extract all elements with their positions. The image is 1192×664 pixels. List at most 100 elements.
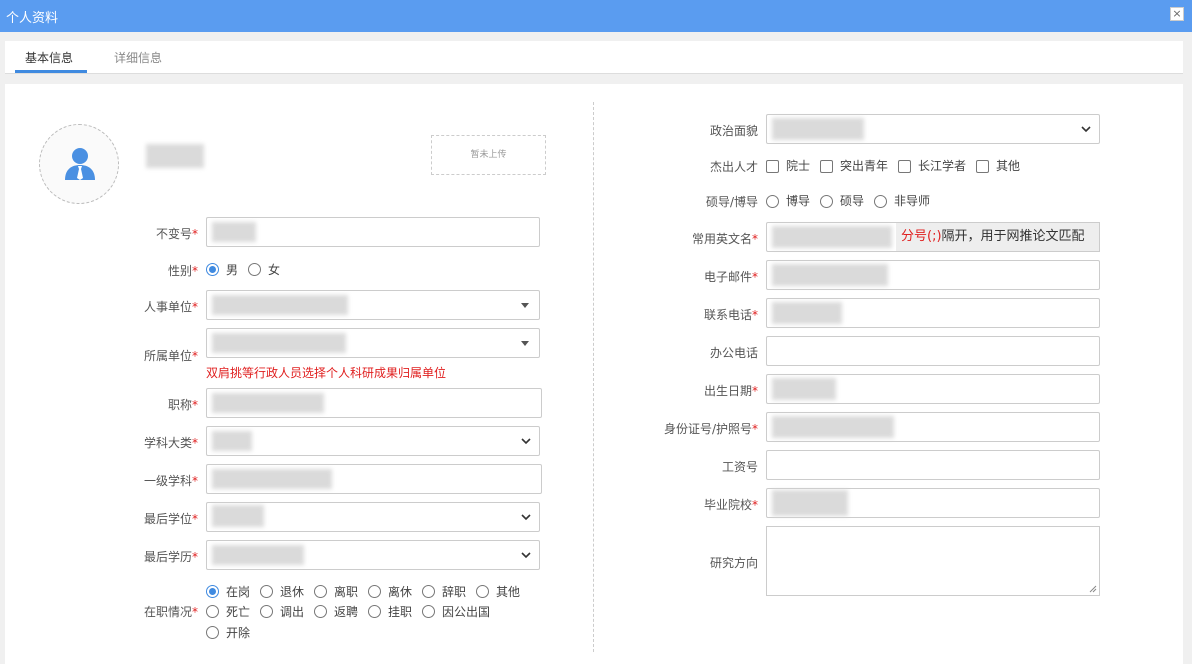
talent-checkbox-1[interactable] bbox=[820, 160, 833, 173]
school-label: 毕业院校* bbox=[703, 498, 758, 512]
id-number-input[interactable] bbox=[206, 217, 540, 247]
phone-redacted bbox=[772, 302, 842, 324]
employment-option-label: 离休 bbox=[388, 585, 413, 599]
talent-label: 杰出人才 bbox=[709, 160, 758, 174]
id-card-redacted bbox=[772, 416, 894, 438]
gender-male-radio[interactable] bbox=[206, 263, 219, 276]
talent-option-label: 突出青年 bbox=[840, 159, 889, 173]
active-tab-indicator bbox=[15, 70, 87, 73]
supervisor-option-label: 硕导 bbox=[840, 194, 865, 208]
dropdown-arrow-icon bbox=[521, 303, 529, 308]
talent-checkbox-2[interactable] bbox=[898, 160, 911, 173]
window-title: 个人资料 bbox=[6, 11, 59, 26]
discipline-label: 学科大类* bbox=[143, 436, 198, 450]
english-name-hint: 分号(;)隔开，用于网推论文匹配 bbox=[896, 222, 1100, 252]
dept-unit-hint: 双肩挑等行政人员选择个人科研成果归属单位 bbox=[206, 366, 447, 380]
birth-date-label: 出生日期* bbox=[703, 384, 758, 398]
supervisor-option-label: 博导 bbox=[786, 194, 811, 208]
tab-detail-info[interactable]: 详细信息 bbox=[114, 49, 162, 66]
employment-radio-4[interactable] bbox=[422, 585, 435, 598]
email-label: 电子邮件* bbox=[703, 270, 758, 284]
discipline-select[interactable] bbox=[206, 426, 540, 456]
english-name-redacted bbox=[772, 226, 892, 248]
employment-option-label: 退休 bbox=[280, 585, 305, 599]
first-discipline-label: 一级学科* bbox=[143, 474, 198, 488]
research-direction-label: 研究方向 bbox=[709, 556, 758, 570]
employment-option-label: 在岗 bbox=[226, 585, 251, 599]
talent-option-label: 其他 bbox=[996, 159, 1021, 173]
avatar[interactable] bbox=[39, 124, 119, 204]
office-phone-input[interactable] bbox=[766, 336, 1100, 366]
employment-option-label: 返聘 bbox=[334, 605, 359, 619]
employment-option-label: 辞职 bbox=[442, 585, 467, 599]
employment-option-label: 调出 bbox=[280, 605, 305, 619]
column-divider bbox=[593, 102, 594, 652]
employment-radio-10[interactable] bbox=[422, 605, 435, 618]
title-label: 职称* bbox=[167, 398, 198, 412]
education-redacted bbox=[212, 545, 304, 565]
chevron-down-icon bbox=[521, 438, 531, 445]
close-icon[interactable]: × bbox=[1170, 7, 1184, 21]
id-number-redacted bbox=[212, 222, 256, 242]
employment-option-label: 死亡 bbox=[226, 605, 251, 619]
chevron-down-icon bbox=[521, 514, 531, 521]
employment-radio-2[interactable] bbox=[314, 585, 327, 598]
employment-radio-3[interactable] bbox=[368, 585, 381, 598]
employment-radio-8[interactable] bbox=[314, 605, 327, 618]
resize-handle-icon[interactable] bbox=[1089, 585, 1097, 593]
name-redacted bbox=[146, 144, 204, 168]
chevron-down-icon bbox=[521, 552, 531, 559]
user-icon bbox=[65, 148, 95, 180]
chevron-down-icon bbox=[1081, 126, 1091, 133]
hr-unit-redacted bbox=[212, 295, 348, 315]
tab-basic-info[interactable]: 基本信息 bbox=[25, 49, 73, 66]
id-card-label: 身份证号/护照号* bbox=[663, 422, 758, 436]
gender-female-radio[interactable] bbox=[248, 263, 261, 276]
talent-option-label: 长江学者 bbox=[918, 159, 967, 173]
gender-female-label: 女 bbox=[268, 263, 281, 277]
supervisor-radio-0[interactable] bbox=[766, 195, 779, 208]
political-status-label: 政治面貌 bbox=[709, 124, 758, 138]
english-name-label: 常用英文名* bbox=[691, 232, 758, 246]
employment-radio-1[interactable] bbox=[260, 585, 273, 598]
birth-date-redacted bbox=[772, 378, 836, 400]
discipline-redacted bbox=[212, 431, 252, 451]
school-redacted bbox=[772, 490, 848, 516]
office-phone-label: 办公电话 bbox=[709, 346, 758, 360]
employment-option-label: 挂职 bbox=[388, 605, 413, 619]
hr-unit-label: 人事单位* bbox=[143, 300, 198, 314]
employment-option-label: 其他 bbox=[496, 585, 521, 599]
employment-radio-7[interactable] bbox=[260, 605, 273, 618]
employment-radio-9[interactable] bbox=[368, 605, 381, 618]
supervisor-option-label: 非导师 bbox=[894, 194, 931, 208]
id-number-label: 不变号* bbox=[155, 227, 198, 241]
email-redacted bbox=[772, 264, 888, 286]
salary-number-label: 工资号 bbox=[721, 460, 758, 474]
research-direction-textarea[interactable] bbox=[766, 526, 1100, 596]
employment-radio-5[interactable] bbox=[476, 585, 489, 598]
talent-checkbox-0[interactable] bbox=[766, 160, 779, 173]
gender-male-label: 男 bbox=[226, 263, 239, 277]
first-discipline-redacted bbox=[212, 469, 332, 489]
employment-radio-11[interactable] bbox=[206, 626, 219, 639]
employment-option-label: 开除 bbox=[226, 626, 251, 640]
dropdown-arrow-icon bbox=[521, 341, 529, 346]
employment-option-label: 离职 bbox=[334, 585, 359, 599]
supervisor-radio-1[interactable] bbox=[820, 195, 833, 208]
degree-label: 最后学位* bbox=[143, 512, 198, 526]
salary-number-input[interactable] bbox=[766, 450, 1100, 480]
supervisor-radio-2[interactable] bbox=[874, 195, 887, 208]
phone-label: 联系电话* bbox=[703, 308, 758, 322]
gender-label: 性别* bbox=[167, 264, 198, 278]
dept-unit-label: 所属单位* bbox=[143, 349, 198, 363]
supervisor-label: 硕导/博导 bbox=[705, 195, 758, 209]
employment-radio-0[interactable] bbox=[206, 585, 219, 598]
employment-label: 在职情况* bbox=[143, 605, 198, 619]
dept-unit-redacted bbox=[212, 333, 346, 353]
employment-option-label: 因公出国 bbox=[442, 605, 491, 619]
degree-redacted bbox=[212, 505, 264, 527]
tab-bar: 基本信息 详细信息 bbox=[5, 41, 1183, 74]
upload-photo-button[interactable]: 暂未上传 bbox=[431, 135, 546, 175]
employment-radio-6[interactable] bbox=[206, 605, 219, 618]
talent-checkbox-3[interactable] bbox=[976, 160, 989, 173]
